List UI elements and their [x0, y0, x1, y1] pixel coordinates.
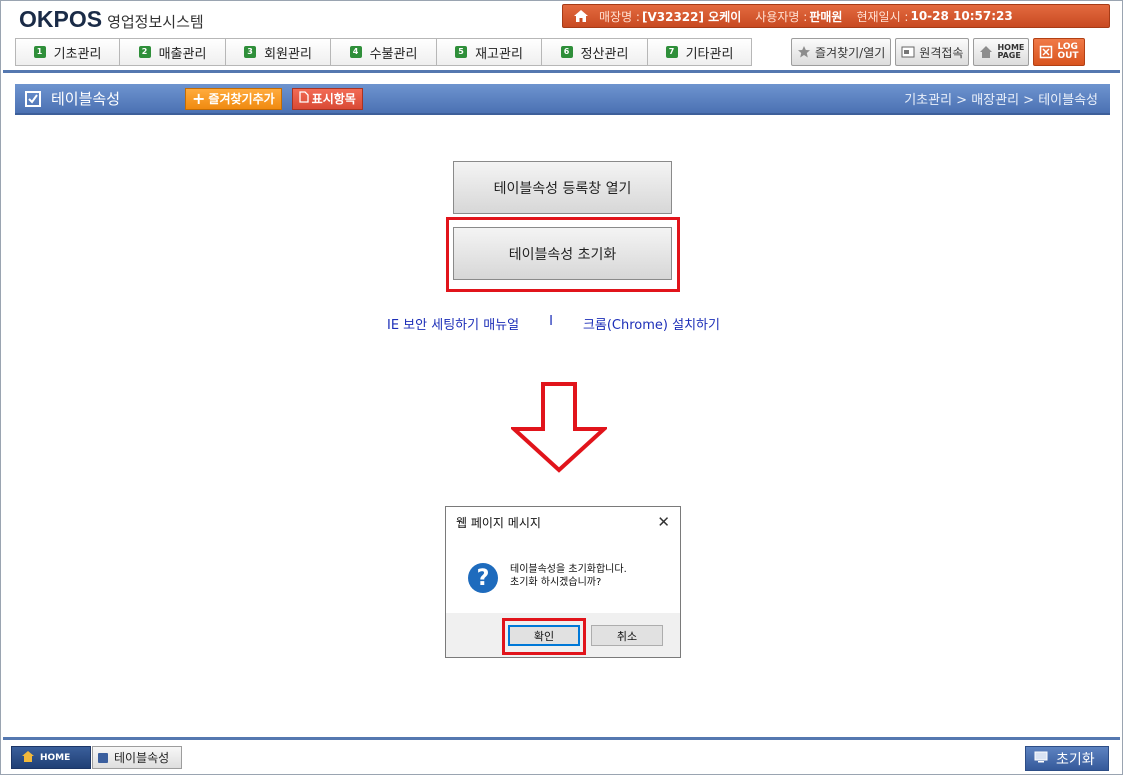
brand-logo: OKPOS	[19, 6, 103, 32]
time-label: 현재일시 :	[856, 9, 909, 24]
logout-label: LOG OUT	[1057, 42, 1079, 61]
menu-number-badge: 7	[665, 46, 678, 58]
menu-number-badge: 5	[455, 46, 468, 58]
favorites-label: 즐겨찾기/열기	[815, 45, 886, 60]
menu-etc[interactable]: 7 기타관리	[647, 38, 752, 66]
info-bar: 매장명 : [V32322] 오케이 사용자명 : 판매원 현재일시 : 10-…	[562, 4, 1110, 28]
page-title: 테이블속성	[51, 90, 121, 108]
bottom-divider	[3, 737, 1120, 740]
reset-table-attr-button[interactable]: 테이블속성 초기화	[453, 227, 672, 280]
add-favorite-button[interactable]: + 즐겨찾기추가	[185, 87, 282, 110]
chrome-install-link[interactable]: 크롬(Chrome) 설치하기	[583, 314, 720, 333]
help-links: IE 보안 세팅하기 매뉴얼 I 크롬(Chrome) 설치하기	[387, 314, 720, 333]
store-value: [V32322] 오케이	[641, 9, 742, 24]
store-label: 매장명 :	[599, 9, 640, 24]
add-favorite-label: 즐겨찾기추가	[208, 92, 275, 106]
menu-label: 회원관리	[264, 46, 312, 62]
menu-inventory-flow[interactable]: 4 수불관리	[330, 38, 437, 66]
display-items-label: 표시항목	[311, 92, 356, 106]
page-title-bar: 테이블속성 + 즐겨찾기추가 표시항목 기초관리 > 매장관리 > 테이블속성	[15, 84, 1110, 115]
menu-label: 매출관리	[158, 46, 207, 62]
remote-label: 원격접속	[919, 45, 964, 60]
dialog-title: 웹 페이지 메시지	[456, 515, 541, 530]
menu-number-badge: 2	[138, 46, 151, 58]
menu-sales[interactable]: 2 매출관리	[119, 38, 226, 66]
question-icon: ?	[468, 563, 498, 593]
dialog-message-line2: 초기화 하시겠습니까?	[510, 577, 602, 588]
app-window: OKPOS 영업정보시스템 매장명 : [V32322] 오케이 사용자명 : …	[0, 0, 1123, 775]
logout-icon	[1039, 45, 1053, 59]
ok-button[interactable]: 확인	[508, 625, 580, 646]
confirm-dialog: 웹 페이지 메시지 ✕ ? 테이블속성을 초기화합니다. 초기화 하시겠습니까?…	[445, 506, 681, 658]
ie-manual-link[interactable]: IE 보안 세팅하기 매뉴얼	[387, 314, 519, 333]
menu-number-badge: 6	[560, 46, 573, 58]
homepage-button[interactable]: HOME PAGE	[973, 38, 1030, 66]
user-value: 판매원	[809, 9, 843, 24]
plus-icon: +	[192, 89, 206, 108]
star-icon	[797, 45, 811, 59]
menu-number-badge: 1	[33, 46, 46, 58]
display-items-button[interactable]: 표시항목	[291, 87, 363, 110]
favorites-button[interactable]: 즐겨찾기/열기	[791, 38, 892, 66]
monitor-icon	[1034, 751, 1048, 767]
house-icon	[22, 750, 34, 765]
dialog-titlebar: 웹 페이지 메시지 ✕	[446, 507, 680, 537]
house-icon	[979, 45, 993, 59]
menu-label: 정산관리	[580, 46, 629, 62]
top-toolbar: 즐겨찾기/열기 원격접속 HOME PAGE LOG OUT	[791, 38, 1089, 66]
footer-reset-label: 초기화	[1056, 751, 1095, 768]
logo: OKPOS 영업정보시스템	[19, 6, 204, 33]
open-table-attr-button[interactable]: 테이블속성 등록창 열기	[453, 161, 672, 214]
home-tab-label: HOME	[40, 752, 71, 763]
footer-reset-button[interactable]: 초기화	[1025, 746, 1109, 771]
down-arrow-icon	[511, 382, 607, 473]
app-subtitle: 영업정보시스템	[107, 13, 204, 31]
document-icon	[299, 91, 309, 106]
cancel-button[interactable]: 취소	[591, 625, 663, 646]
user-label: 사용자명 :	[755, 9, 808, 24]
nav-divider	[3, 70, 1120, 73]
tab-page-icon	[98, 752, 108, 763]
remote-icon	[901, 45, 915, 59]
time-value: 10-28 10:57:23	[910, 9, 1013, 23]
breadcrumb: 기초관리 > 매장관리 > 테이블속성	[904, 93, 1098, 108]
menu-settlement[interactable]: 6 정산관리	[541, 38, 648, 66]
tab-label: 테이블속성	[114, 751, 170, 765]
menu-members[interactable]: 3 회원관리	[225, 38, 331, 66]
menu-stock[interactable]: 5 재고관리	[436, 38, 542, 66]
main-menu: 1 기초관리 2 매출관리 3 회원관리 4 수불관리 5 재고관리 6 정산관리 7 기타관…	[15, 38, 752, 66]
home-tab-button[interactable]: HOME	[11, 746, 91, 769]
close-icon[interactable]: ✕	[657, 513, 670, 531]
menu-label: 수불관리	[369, 46, 418, 62]
logout-button[interactable]: LOG OUT	[1033, 38, 1086, 66]
menu-number-badge: 3	[244, 46, 257, 58]
dialog-message-line1: 테이블속성을 초기화합니다.	[510, 564, 627, 575]
remote-access-button[interactable]: 원격접속	[895, 38, 970, 66]
open-tab-table-attr[interactable]: 테이블속성	[92, 746, 182, 769]
dialog-message: 테이블속성을 초기화합니다. 초기화 하시겠습니까?	[510, 563, 627, 589]
menu-number-badge: 4	[349, 46, 362, 58]
menu-label: 기타관리	[685, 46, 734, 62]
checkbox-icon	[25, 90, 41, 107]
homepage-label: HOME PAGE	[997, 43, 1025, 60]
menu-label: 기초관리	[53, 46, 102, 62]
link-separator: I	[549, 314, 553, 329]
menu-basic[interactable]: 1 기초관리	[15, 38, 120, 66]
menu-label: 재고관리	[475, 46, 523, 62]
home-icon[interactable]	[563, 9, 599, 23]
